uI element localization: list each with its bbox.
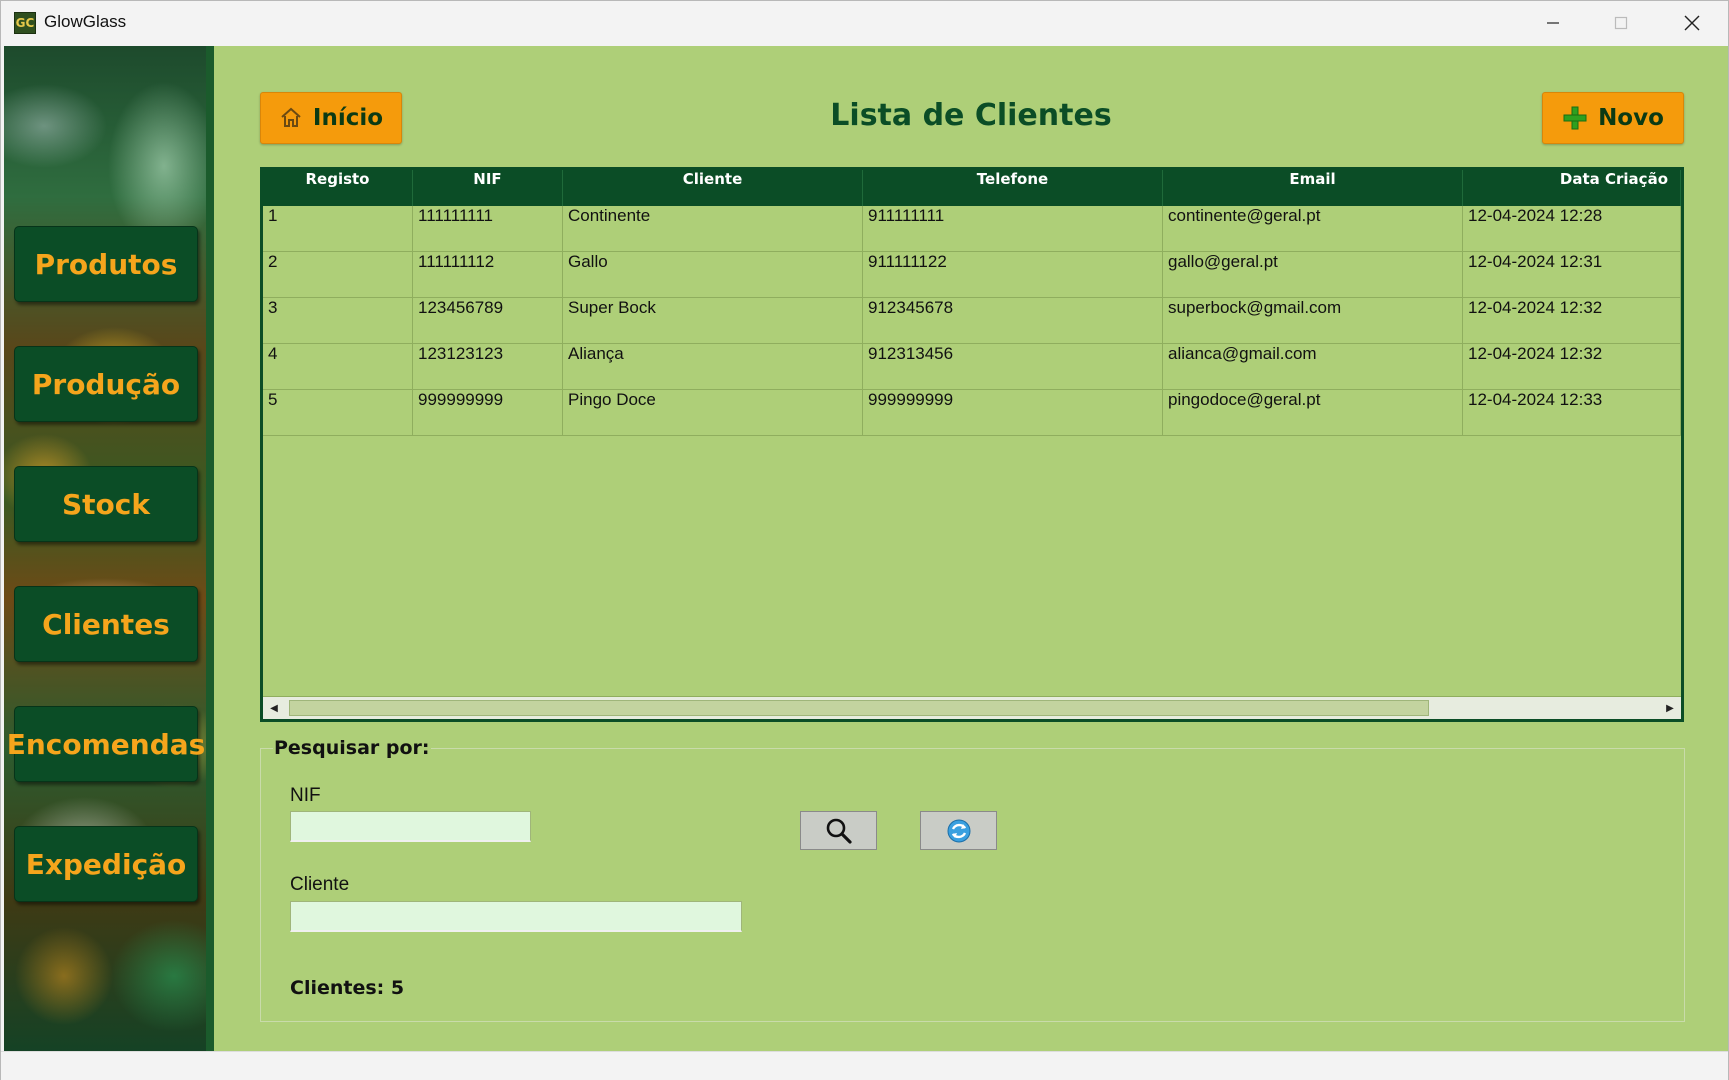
scroll-left-arrow-icon[interactable]: ◀	[263, 697, 285, 719]
app-logo-icon: GC	[14, 12, 36, 34]
table-row[interactable]: 4 123123123 Aliança 912313456 alianca@gm…	[263, 344, 1681, 390]
close-icon	[1684, 15, 1700, 31]
new-client-button-label: Novo	[1598, 105, 1664, 131]
cell-data-criacao: 12-04-2024 12:28	[1463, 206, 1681, 251]
search-legend: Pesquisar por:	[273, 737, 431, 759]
cell-nif: 123123123	[413, 344, 563, 389]
cell-nif: 111111112	[413, 252, 563, 297]
table-row[interactable]: 2 111111112 Gallo 911111122 gallo@geral.…	[263, 252, 1681, 298]
cell-email: gallo@geral.pt	[1163, 252, 1463, 297]
cell-cliente: Gallo	[563, 252, 863, 297]
cell-telefone: 912345678	[863, 298, 1163, 343]
cell-cliente: Super Bock	[563, 298, 863, 343]
cell-telefone: 911111122	[863, 252, 1163, 297]
cell-nif: 111111111	[413, 206, 563, 251]
cell-cliente: Aliança	[563, 344, 863, 389]
cell-registo: 5	[263, 390, 413, 435]
column-header-nif[interactable]: NIF	[413, 170, 563, 206]
refresh-icon	[947, 819, 970, 842]
column-header-cliente[interactable]: Cliente	[563, 170, 863, 206]
cell-email: pingodoce@geral.pt	[1163, 390, 1463, 435]
scroll-right-arrow-icon[interactable]: ▶	[1659, 697, 1681, 719]
title-bar: GC GlowGlass	[1, 1, 1728, 45]
search-button[interactable]	[800, 811, 877, 850]
search-group	[260, 748, 1685, 1022]
cell-registo: 3	[263, 298, 413, 343]
new-client-button[interactable]: Novo	[1542, 92, 1684, 144]
cell-telefone: 911111111	[863, 206, 1163, 251]
table-row[interactable]: 5 999999999 Pingo Doce 999999999 pingodo…	[263, 390, 1681, 436]
status-bar	[1, 1051, 1728, 1080]
cell-data-criacao: 12-04-2024 12:32	[1463, 298, 1681, 343]
scrollbar-thumb[interactable]	[289, 700, 1429, 716]
cliente-label: Cliente	[290, 874, 350, 895]
table-row[interactable]: 3 123456789 Super Bock 912345678 superbo…	[263, 298, 1681, 344]
cell-data-criacao: 12-04-2024 12:31	[1463, 252, 1681, 297]
cell-data-criacao: 12-04-2024 12:33	[1463, 390, 1681, 435]
column-header-telefone[interactable]: Telefone	[863, 170, 1163, 206]
horizontal-scrollbar[interactable]: ◀ ▶	[263, 696, 1681, 719]
window-title: GlowGlass	[44, 12, 127, 31]
minimize-icon	[1547, 22, 1559, 24]
table-body: 1 111111111 Continente 911111111 contine…	[263, 206, 1681, 436]
cell-registo: 2	[263, 252, 413, 297]
nif-label: NIF	[290, 785, 321, 806]
sidebar-item-stock[interactable]: Stock	[14, 466, 198, 542]
sidebar-item-expedicao[interactable]: Expedição	[14, 826, 198, 902]
maximize-button[interactable]	[1587, 1, 1655, 45]
cell-nif: 123456789	[413, 298, 563, 343]
sidebar-divider	[206, 46, 214, 1051]
app-window: GC GlowGlass Produtos Produção Stock Cli…	[0, 0, 1729, 1080]
main-panel: Início Lista de Clientes Novo Registo NI…	[214, 46, 1728, 1051]
clients-count: Clientes: 5	[290, 977, 405, 999]
cell-registo: 4	[263, 344, 413, 389]
sidebar-item-clientes[interactable]: Clientes	[14, 586, 198, 662]
cell-email: alianca@gmail.com	[1163, 344, 1463, 389]
cell-telefone: 999999999	[863, 390, 1163, 435]
minimize-button[interactable]	[1519, 1, 1587, 45]
column-header-email[interactable]: Email	[1163, 170, 1463, 206]
cell-cliente: Pingo Doce	[563, 390, 863, 435]
sidebar-item-encomendas[interactable]: Encomendas	[7, 706, 205, 782]
table-row[interactable]: 1 111111111 Continente 911111111 contine…	[263, 206, 1681, 252]
column-header-data-criacao[interactable]: Data Criação	[1463, 170, 1681, 206]
cell-email: continente@geral.pt	[1163, 206, 1463, 251]
cell-nif: 999999999	[413, 390, 563, 435]
cell-telefone: 912313456	[863, 344, 1163, 389]
table-header: Registo NIF Cliente Telefone Email Data …	[263, 170, 1681, 206]
clients-table[interactable]: Registo NIF Cliente Telefone Email Data …	[260, 167, 1684, 722]
cliente-input[interactable]	[290, 901, 742, 932]
close-button[interactable]	[1658, 1, 1726, 45]
maximize-icon	[1614, 16, 1628, 30]
refresh-button[interactable]	[920, 811, 997, 850]
plus-icon	[1563, 106, 1587, 130]
nif-input[interactable]	[290, 811, 531, 842]
column-header-registo[interactable]: Registo	[263, 170, 413, 206]
cell-registo: 1	[263, 206, 413, 251]
sidebar: Produtos Produção Stock Clientes Encomen…	[4, 46, 214, 1051]
cell-email: superbock@gmail.com	[1163, 298, 1463, 343]
sidebar-item-producao[interactable]: Produção	[14, 346, 198, 422]
cell-data-criacao: 12-04-2024 12:32	[1463, 344, 1681, 389]
page-title: Lista de Clientes	[830, 98, 1112, 133]
cell-cliente: Continente	[563, 206, 863, 251]
search-icon	[826, 818, 852, 844]
sidebar-item-produtos[interactable]: Produtos	[14, 226, 198, 302]
